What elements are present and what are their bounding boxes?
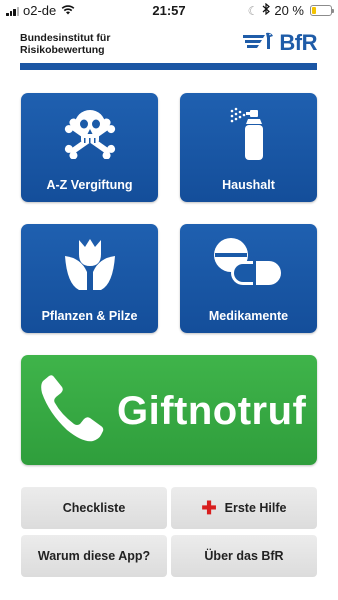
tulip-icon bbox=[21, 236, 158, 292]
header-divider bbox=[20, 63, 317, 70]
ueber-label: Über das BfR bbox=[204, 549, 284, 563]
moon-icon: ☾ bbox=[247, 3, 259, 18]
battery-icon bbox=[310, 5, 334, 16]
institute-name: Bundesinstitut für Risikobewertung bbox=[20, 32, 110, 56]
warum-label: Warum diese App? bbox=[37, 549, 151, 563]
tile-pflanzen-pilze[interactable]: Pflanzen & Pilze bbox=[21, 224, 158, 333]
tile-label: Medikamente bbox=[208, 309, 289, 323]
wifi-icon bbox=[61, 3, 75, 18]
institute-name-line2: Risikobewertung bbox=[20, 44, 105, 56]
warum-diese-app-button[interactable]: Warum diese App? bbox=[21, 535, 167, 577]
tile-label: Pflanzen & Pilze bbox=[41, 309, 138, 323]
app-header: Bundesinstitut für Risikobewertung BfR bbox=[20, 28, 317, 72]
status-bar: o2-de 21:57 ☾ 20 % bbox=[0, 0, 338, 22]
skull-crossbones-icon bbox=[21, 105, 158, 159]
tile-label: A-Z Vergiftung bbox=[46, 178, 133, 192]
giftnotruf-label: Giftnotruf bbox=[117, 389, 307, 433]
status-right: ☾ 20 % bbox=[247, 2, 334, 18]
tile-haushalt[interactable]: Haushalt bbox=[180, 93, 317, 202]
bfr-logo-text: BfR bbox=[279, 30, 317, 55]
tile-label: Haushalt bbox=[222, 178, 275, 192]
battery-percentage: 20 % bbox=[274, 3, 304, 18]
giftnotruf-button[interactable]: Giftnotruf bbox=[21, 355, 317, 465]
pills-icon bbox=[180, 236, 317, 290]
tile-az-vergiftung[interactable]: A-Z Vergiftung bbox=[21, 93, 158, 202]
battery-fill bbox=[312, 7, 316, 14]
tile-medikamente[interactable]: Medikamente bbox=[180, 224, 317, 333]
status-left: o2-de bbox=[6, 3, 75, 18]
carrier-name: o2-de bbox=[23, 3, 57, 18]
erste-hilfe-button[interactable]: ✚ Erste Hilfe bbox=[171, 487, 317, 529]
phone-icon bbox=[37, 375, 107, 450]
checkliste-label: Checkliste bbox=[62, 501, 126, 515]
bfr-logo: BfR bbox=[243, 30, 317, 56]
ueber-das-bfr-button[interactable]: Über das BfR bbox=[171, 535, 317, 577]
bfr-eagle-icon bbox=[243, 31, 275, 56]
red-cross-icon: ✚ bbox=[201, 498, 217, 518]
checkliste-button[interactable]: Checkliste bbox=[21, 487, 167, 529]
institute-name-line1: Bundesinstitut für bbox=[20, 32, 111, 44]
signal-icon bbox=[6, 6, 19, 16]
bluetooth-icon bbox=[262, 2, 271, 18]
spray-can-icon bbox=[180, 105, 317, 161]
erste-hilfe-label: Erste Hilfe bbox=[224, 501, 287, 515]
